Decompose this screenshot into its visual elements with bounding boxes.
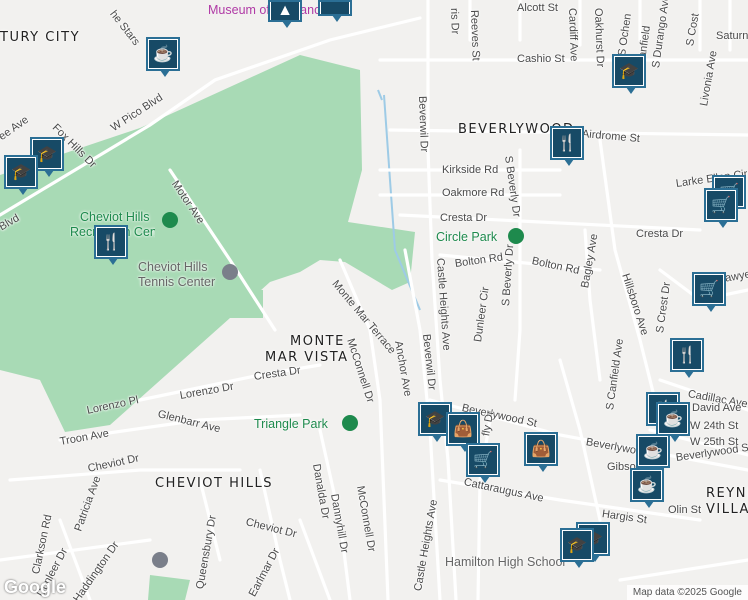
street-david: David Ave xyxy=(692,402,742,414)
restaurant-icon: 🍴 xyxy=(553,129,581,157)
area-monte-mar-vista-2: MAR VISTA xyxy=(265,350,349,365)
cafe-marker[interactable]: ☕ xyxy=(636,434,670,474)
area-cheviot-hills: CHEVIOT HILLS xyxy=(155,476,273,491)
street-cardiff: Cardiff Ave xyxy=(566,7,580,62)
poi-hamilton[interactable]: Hamilton High School xyxy=(445,555,565,569)
poi-tennis-1[interactable]: Cheviot Hills xyxy=(138,260,207,274)
street-kirkside: Kirkside Rd xyxy=(442,164,499,176)
shopping-bag-icon: 👜 xyxy=(527,435,555,463)
cafe-icon: ☕ xyxy=(149,40,177,68)
tennis-icon[interactable] xyxy=(222,264,238,280)
cafe-marker[interactable]: ☕ xyxy=(656,402,690,442)
area-reynier-1: REYNI xyxy=(706,486,748,501)
street-olin: Olin St xyxy=(668,504,702,516)
restaurant-icon: 🍴 xyxy=(97,228,125,256)
street-saturn: Saturn xyxy=(716,30,748,42)
cafe-icon: ☕ xyxy=(639,437,667,465)
street-oakhurst: Oakhurst Dr xyxy=(592,7,607,68)
school-icon: 🎓 xyxy=(563,531,591,559)
school-icon: 🎓 xyxy=(615,57,643,85)
map-attribution[interactable]: Map data ©2025 Google xyxy=(626,585,748,600)
museum-marker[interactable]: ▲ xyxy=(268,0,302,28)
museum-icon: ▲ xyxy=(271,2,299,20)
cafe-marker[interactable]: ☕ xyxy=(146,37,180,77)
park-icon[interactable] xyxy=(508,228,524,244)
restaurant-marker[interactable]: 🍴 xyxy=(94,225,128,265)
school-poi-icon[interactable] xyxy=(152,552,168,568)
restaurant-marker[interactable]: 🍴 xyxy=(670,338,704,378)
grocery-icon: 🛒 xyxy=(469,446,497,474)
restaurant-icon xyxy=(321,2,349,14)
cafe-marker[interactable]: ☕ xyxy=(630,468,664,508)
park-icon[interactable] xyxy=(162,212,178,228)
area-reynier-2: VILLA xyxy=(706,502,748,517)
poi-tennis-2[interactable]: Tennis Center xyxy=(138,275,215,289)
street-reeves: Reeves St xyxy=(468,9,482,61)
grocery-marker[interactable]: 🛒 xyxy=(466,443,500,483)
street-cresta-2: Cresta Dr xyxy=(440,212,488,224)
street-alcott: Alcott St xyxy=(517,2,558,14)
street-beverwil-1: Beverwil Dr xyxy=(416,95,430,153)
school-icon: 🎓 xyxy=(421,405,449,433)
cafe-icon: ☕ xyxy=(659,405,687,433)
park-label-circle-park[interactable]: Circle Park xyxy=(436,230,497,244)
street-w-25th: W 25th St xyxy=(690,436,739,448)
grocery-marker[interactable]: 🛒 xyxy=(692,272,726,312)
shopping-marker[interactable]: 👜 xyxy=(524,432,558,472)
park-label-cheviot-rec-1[interactable]: Cheviot Hills xyxy=(80,210,149,224)
park-area xyxy=(0,55,415,432)
street-partial-ris: ris Dr xyxy=(448,7,461,35)
area-century-city: TURY CITY xyxy=(0,30,81,45)
shopping-marker[interactable]: 👜 xyxy=(446,412,480,452)
restaurant-marker[interactable] xyxy=(318,0,352,22)
street-cashio: Cashio St xyxy=(517,53,565,65)
map-canvas[interactable]: TURY CITY MONTE MAR VISTA BEVERLYWOOD CH… xyxy=(0,0,748,600)
park-area-bottom xyxy=(148,575,190,600)
street-oakmore: Oakmore Rd xyxy=(442,187,505,199)
street-w-24th: W 24th St xyxy=(690,420,739,432)
park-label-triangle-park[interactable]: Triangle Park xyxy=(254,417,328,431)
street-cresta-3: Cresta Dr xyxy=(636,228,684,240)
shopping-bag-icon: 👜 xyxy=(449,415,477,443)
school-marker[interactable]: 🎓 xyxy=(560,528,594,568)
google-logo[interactable]: Google xyxy=(4,577,66,598)
cafe-icon: ☕ xyxy=(633,471,661,499)
grocery-icon: 🛒 xyxy=(707,191,735,219)
school-marker[interactable]: 🎓 xyxy=(612,54,646,94)
school-marker[interactable]: 🎓 xyxy=(4,155,38,195)
grocery-marker[interactable]: 🛒 xyxy=(704,188,738,228)
restaurant-icon: 🍴 xyxy=(673,341,701,369)
school-icon: 🎓 xyxy=(7,158,35,186)
restaurant-marker[interactable]: 🍴 xyxy=(550,126,584,166)
area-monte-mar-vista-1: MONTE xyxy=(290,334,345,349)
grocery-icon: 🛒 xyxy=(695,275,723,303)
park-icon[interactable] xyxy=(342,415,358,431)
